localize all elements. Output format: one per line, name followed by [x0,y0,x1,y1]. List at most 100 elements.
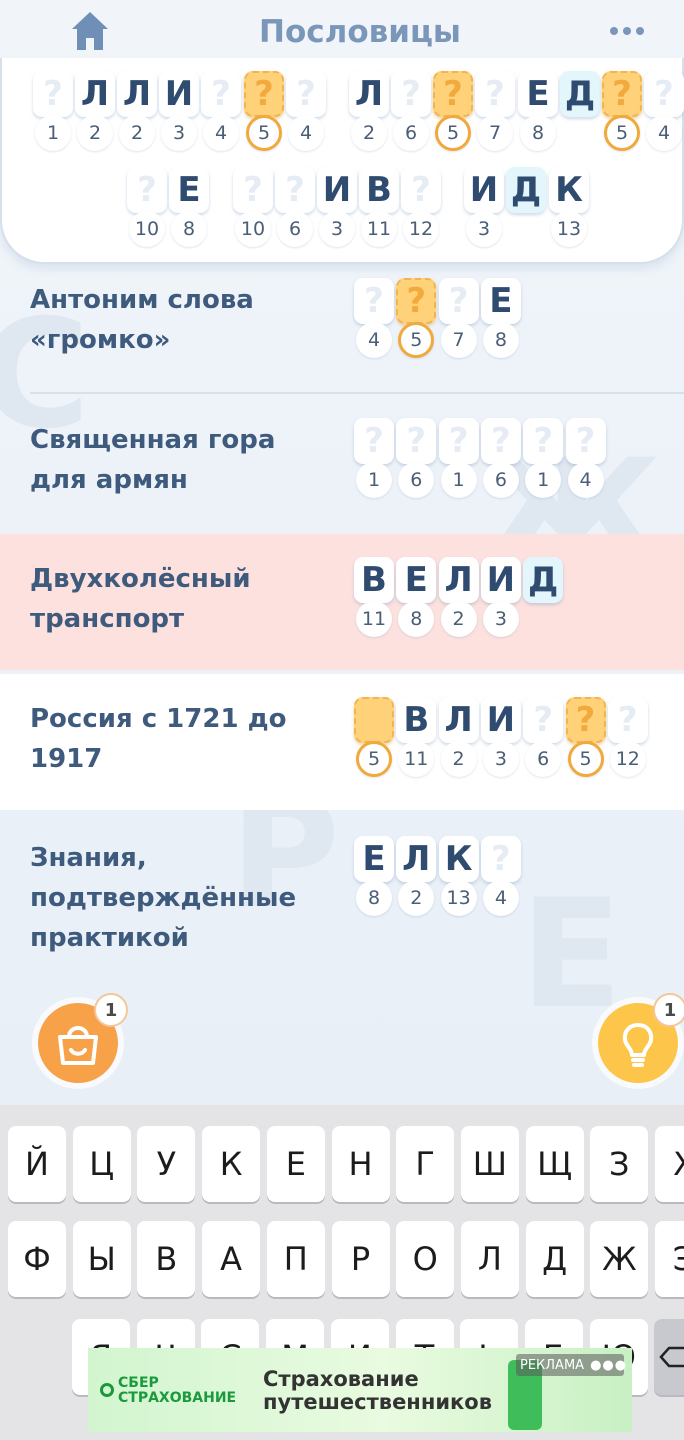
answer-letter[interactable]: Е8 [396,557,437,637]
shop-button[interactable]: 1 [38,993,128,1083]
key-Н[interactable]: Н [331,1126,390,1202]
answer-letter[interactable]: ? 5 [396,278,437,358]
letter-tile[interactable]: Л [438,557,479,603]
letter-tile[interactable]: И [480,697,521,743]
key-К[interactable]: К [202,1126,261,1202]
phrase-letter[interactable]: И3 [464,167,504,247]
answer-letter[interactable]: ? 4 [480,836,521,916]
answer-letter[interactable]: ? 6 [523,697,564,777]
answer-letter[interactable]: ? 4 [565,418,606,498]
phrase-letter[interactable]: Л2 [349,71,389,151]
answer-letter[interactable]: Л2 [438,557,479,637]
phrase-letter[interactable]: И3 [317,167,357,247]
letter-tile[interactable]: К [549,167,589,213]
key-Ш[interactable]: Ш [460,1126,519,1202]
letter-tile[interactable]: В [396,697,437,743]
key-Е[interactable]: Е [266,1126,325,1202]
letter-tile[interactable]: ? [244,71,284,117]
letter-tile[interactable]: Д [560,71,600,117]
letter-tile[interactable]: ? [607,697,648,743]
key-Ы[interactable]: Ы [72,1221,131,1297]
letter-tile[interactable]: ? [523,697,564,743]
phrase-letter[interactable]: ? 5 [433,71,473,151]
letter-tile[interactable]: ? [354,418,394,464]
letter-tile[interactable]: В [354,557,394,603]
letter-tile[interactable]: ? [475,71,515,117]
key-Х[interactable]: Х [655,1126,684,1202]
key-У[interactable]: У [137,1126,196,1202]
more-options-button[interactable] [610,18,654,44]
answer-letter[interactable]: ? 7 [438,278,479,358]
letter-tile[interactable]: ? [396,418,437,464]
letter-tile[interactable] [354,697,394,743]
backspace-key[interactable] [654,1319,684,1395]
answer-letter[interactable]: Е8 [480,278,521,358]
letter-tile[interactable]: ? [438,418,479,464]
phrase-letter[interactable]: ? 5 [602,71,642,151]
key-З[interactable]: З [590,1126,649,1202]
phrase-letter[interactable]: В 11 [359,167,399,247]
letter-tile[interactable]: К [438,836,479,882]
letter-tile[interactable]: ? [286,71,326,117]
letter-tile[interactable]: ? [275,167,315,213]
key-П[interactable]: П [266,1221,325,1297]
key-Й[interactable]: Й [8,1126,66,1202]
letter-tile[interactable]: ? [644,71,684,117]
answer-letter[interactable]: В 11 [396,697,437,777]
phrase-letter[interactable]: Д [560,71,600,149]
letter-tile[interactable]: ? [201,71,241,117]
letter-tile[interactable]: Д [523,557,564,603]
key-Г[interactable]: Г [396,1126,455,1202]
key-Ц[interactable]: Ц [72,1126,131,1202]
phrase-letter[interactable]: ? 1 [33,71,73,151]
answer-letter[interactable]: 5 [354,697,394,777]
answer-letter[interactable]: ? 1 [438,418,479,498]
phrase-letter[interactable]: ? 4 [286,71,326,151]
ad-banner[interactable]: СБЕР СТРАХОВАНИЕ Страхование путешествен… [88,1348,632,1432]
answer-letter[interactable]: В 11 [354,557,394,637]
letter-tile[interactable]: Л [349,71,389,117]
phrase-letter[interactable]: Л2 [117,71,157,151]
letter-tile[interactable]: Е [354,836,394,882]
answer-letter[interactable]: ? 12 [607,697,648,777]
answer-letter[interactable]: К 13 [438,836,479,916]
letter-tile[interactable]: И [464,167,504,213]
key-В[interactable]: В [137,1221,196,1297]
key-Р[interactable]: Р [331,1221,390,1297]
clue-row[interactable]: Антоним слова «громко»? 4? 5? 7 Е 8 [0,264,684,394]
answer-letter[interactable]: Д [523,557,564,635]
letter-tile[interactable]: Л [117,71,157,117]
phrase-letter[interactable]: Е8 [518,71,558,151]
letter-tile[interactable]: ? [391,71,431,117]
answer-letter[interactable]: ? 1 [523,418,564,498]
phrase-letter[interactable]: ? 10 [233,167,273,247]
phrase-letter[interactable]: Е8 [169,167,209,247]
letter-tile[interactable]: Д [506,167,546,213]
letter-tile[interactable]: ? [480,418,521,464]
phrase-letter[interactable]: Л2 [75,71,115,151]
clue-row[interactable]: Священная гора для армян? 1? 6? 1? 6? 1? 4 [0,394,684,534]
answer-letter[interactable]: ? 4 [354,278,394,358]
key-Э[interactable]: Э [655,1221,684,1297]
answer-letter[interactable]: ? 1 [354,418,394,498]
answer-letter[interactable]: Е8 [354,836,394,916]
letter-tile[interactable]: ? [523,418,564,464]
phrase-letter[interactable]: ? 12 [401,167,441,247]
answer-letter[interactable]: И3 [480,697,521,777]
letter-tile[interactable]: ? [602,71,642,117]
letter-tile[interactable]: ? [233,167,273,213]
key-Д[interactable]: Д [525,1221,584,1297]
answer-letter[interactable]: Л2 [438,697,479,777]
letter-tile[interactable]: Е [396,557,437,603]
letter-tile[interactable]: Л [75,71,115,117]
letter-tile[interactable]: Е [518,71,558,117]
clue-row[interactable]: Россия с 1721 до 1917 5 В 11 Л 2 И 3? 6? 5? 12 [0,674,684,810]
letter-tile[interactable]: Л [438,697,479,743]
phrase-letter[interactable]: ? 4 [201,71,241,151]
ad-label[interactable]: РЕКЛАМА ●●● [516,1354,626,1376]
letter-tile[interactable]: ? [565,697,606,743]
key-А[interactable]: А [202,1221,261,1297]
key-Ж[interactable]: Ж [590,1221,649,1297]
letter-tile[interactable]: Е [480,278,521,324]
phrase-letter[interactable]: ? 5 [244,71,284,151]
